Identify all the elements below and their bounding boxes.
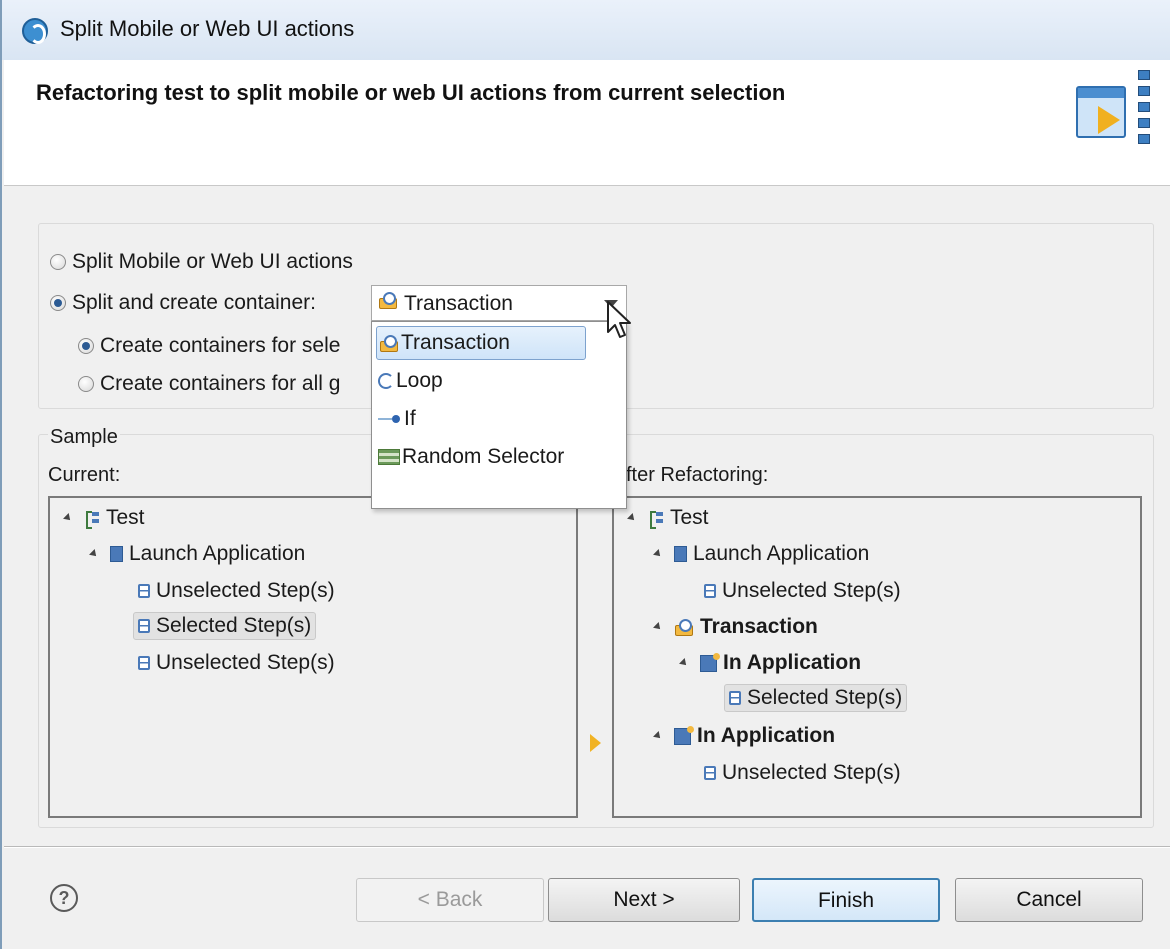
- dropdown-item-label: Transaction: [401, 331, 510, 354]
- transaction-icon: [378, 292, 398, 309]
- radio-button[interactable]: [78, 338, 94, 354]
- radio-label: Split Mobile or Web UI actions: [72, 250, 353, 273]
- random-selector-icon: [378, 449, 400, 465]
- tree-node-label: Test: [670, 506, 709, 529]
- step-icon: [704, 766, 716, 780]
- tree-node-label: Unselected Step(s): [156, 579, 335, 602]
- tree-node-label: Transaction: [700, 615, 818, 638]
- sample-group-label: Sample: [48, 426, 120, 449]
- expand-arrow-icon[interactable]: [89, 549, 99, 559]
- dropdown-item-random-selector[interactable]: Random Selector: [376, 440, 564, 474]
- cancel-button[interactable]: Cancel: [955, 878, 1143, 922]
- step-icon: [138, 584, 150, 598]
- step-icon: [138, 656, 150, 670]
- tree-node-label: In Application: [723, 651, 862, 674]
- button-bar-separator: [4, 846, 1170, 848]
- tree-node-label: Test: [106, 506, 145, 529]
- container-type-combo[interactable]: Transaction: [371, 285, 627, 321]
- expand-arrow-icon[interactable]: [653, 731, 663, 741]
- test-icon: [84, 509, 100, 529]
- tree-node-label: Unselected Step(s): [722, 579, 901, 602]
- transform-arrow-icon: [590, 734, 601, 752]
- expand-arrow-icon[interactable]: [63, 513, 73, 523]
- test-icon: [648, 509, 664, 529]
- dropdown-item-loop[interactable]: Loop: [376, 364, 443, 398]
- step-icon: [729, 691, 741, 705]
- tree-node-label: Selected Step(s): [747, 686, 903, 709]
- step-icon: [138, 619, 150, 633]
- in-application-icon: [674, 725, 694, 745]
- in-application-icon: [700, 652, 720, 672]
- radio-split-actions[interactable]: Split Mobile or Web UI actions: [50, 250, 353, 274]
- tree-node-step[interactable]: Unselected Step(s): [704, 761, 901, 785]
- loop-icon: [378, 373, 394, 389]
- transaction-icon: [379, 335, 399, 352]
- after-refactoring-label: fter Refactoring:: [626, 464, 769, 486]
- dropdown-item-label: Random Selector: [402, 445, 565, 468]
- tree-node-launch-application[interactable]: Launch Application: [89, 542, 306, 566]
- tree-node-label: Unselected Step(s): [722, 761, 901, 784]
- dropdown-item-transaction[interactable]: Transaction: [376, 326, 586, 360]
- combo-value: Transaction: [404, 292, 513, 315]
- window-title: Split Mobile or Web UI actions: [60, 16, 355, 41]
- radio-button[interactable]: [78, 376, 94, 392]
- radio-create-for-selected[interactable]: Create containers for sele: [78, 334, 340, 358]
- radio-button[interactable]: [50, 254, 66, 270]
- application-icon: [674, 546, 687, 562]
- tree-node-transaction[interactable]: Transaction: [653, 615, 818, 639]
- help-icon[interactable]: ?: [50, 884, 78, 912]
- tree-node-label: Launch Application: [129, 542, 306, 565]
- current-label: Current:: [48, 464, 121, 486]
- tree-node-step-selected[interactable]: Selected Step(s): [133, 612, 317, 640]
- tree-node-test[interactable]: Test: [63, 506, 145, 530]
- wizard-banner-icon: [1076, 70, 1154, 150]
- finish-button[interactable]: Finish: [752, 878, 940, 922]
- radio-label: Split and create container:: [72, 291, 316, 314]
- application-icon: [110, 546, 123, 562]
- next-button[interactable]: Next >: [548, 878, 740, 922]
- container-type-dropdown: Transaction Loop If Random Selector: [371, 321, 627, 509]
- expand-arrow-icon[interactable]: [679, 658, 689, 668]
- dialog-window: Split Mobile or Web UI actions Refactori…: [0, 0, 1170, 949]
- page-title: Refactoring test to split mobile or web …: [36, 80, 786, 105]
- tree-node-label: In Application: [697, 724, 836, 747]
- expand-arrow-icon[interactable]: [653, 549, 663, 559]
- tree-node-step-selected[interactable]: Selected Step(s): [724, 684, 908, 712]
- radio-button[interactable]: [50, 295, 66, 311]
- dropdown-item-label: If: [404, 407, 416, 430]
- dropdown-item-if[interactable]: If: [376, 402, 416, 436]
- wizard-header: Refactoring test to split mobile or web …: [4, 60, 1170, 186]
- title-bar[interactable]: Split Mobile or Web UI actions: [2, 0, 1170, 60]
- dropdown-item-label: Loop: [396, 369, 443, 392]
- tree-node-test[interactable]: Test: [627, 506, 709, 530]
- expand-arrow-icon[interactable]: [627, 513, 637, 523]
- tree-node-in-application[interactable]: In Application: [679, 651, 862, 675]
- expand-arrow-icon[interactable]: [653, 622, 663, 632]
- back-button[interactable]: < Back: [356, 878, 544, 922]
- tree-node-in-application[interactable]: In Application: [653, 724, 836, 748]
- radio-split-container[interactable]: Split and create container:: [50, 291, 316, 315]
- step-icon: [704, 584, 716, 598]
- mouse-cursor-icon: [607, 301, 631, 338]
- radio-label: Create containers for sele: [100, 334, 341, 357]
- app-icon: [22, 18, 48, 44]
- tree-node-label: Unselected Step(s): [156, 651, 335, 674]
- tree-node-step[interactable]: Unselected Step(s): [138, 651, 335, 675]
- transaction-icon: [674, 619, 694, 636]
- radio-label: Create containers for all g: [100, 372, 341, 395]
- tree-node-step[interactable]: Unselected Step(s): [704, 579, 901, 603]
- radio-create-for-all[interactable]: Create containers for all g: [78, 372, 340, 396]
- tree-node-step[interactable]: Unselected Step(s): [138, 579, 335, 603]
- tree-node-label: Launch Application: [693, 542, 870, 565]
- tree-node-launch-application[interactable]: Launch Application: [653, 542, 870, 566]
- if-icon: [378, 414, 402, 424]
- tree-node-label: Selected Step(s): [156, 614, 312, 637]
